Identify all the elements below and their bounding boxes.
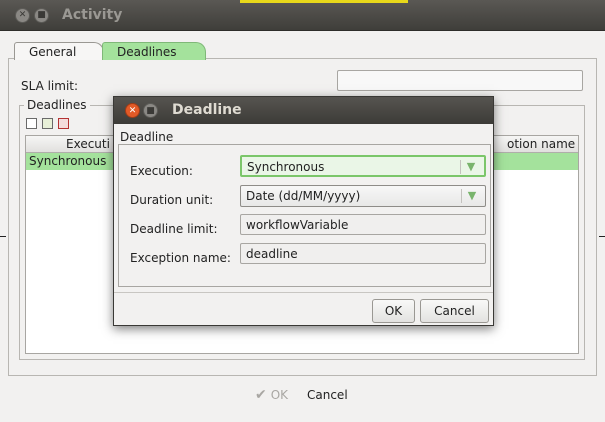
add-deadline-icon[interactable] <box>26 118 37 129</box>
sla-limit-input[interactable] <box>337 70 583 91</box>
dialog-cancel-button[interactable]: Cancel <box>420 299 489 323</box>
minimize-icon[interactable]: ■ <box>34 8 49 23</box>
dialog-title: Deadline <box>172 102 242 118</box>
execution-value: Synchronous <box>247 160 325 174</box>
combo-separator <box>461 189 462 203</box>
close-icon[interactable]: ✕ <box>125 103 140 118</box>
deadline-dialog: ✕ ■ Deadline Deadline Execution: Synchro… <box>113 96 494 326</box>
dialog-divider <box>114 292 493 293</box>
execution-select[interactable]: Synchronous ▼ <box>240 155 486 177</box>
duration-unit-select[interactable]: Date (dd/MM/yyyy) ▼ <box>240 185 486 207</box>
duration-unit-label: Duration unit: <box>130 193 214 207</box>
deadline-limit-label: Deadline limit: <box>130 222 218 236</box>
tab-deadlines[interactable]: Deadlines <box>102 42 206 60</box>
tab-general[interactable]: General <box>14 42 104 60</box>
execution-label: Execution: <box>130 164 193 178</box>
deadline-limit-value: workflowVariable <box>246 218 349 232</box>
ok-button-label: OK <box>270 388 289 402</box>
window-titlebar: ✕ ■ Activity <box>0 0 605 31</box>
delete-deadline-icon[interactable] <box>58 118 69 129</box>
right-edge-line <box>599 236 605 237</box>
dialog-titlebar: ✕ ■ Deadline <box>114 97 493 124</box>
close-icon[interactable]: ✕ <box>15 8 30 23</box>
ok-button[interactable]: ✔ OK <box>255 388 288 402</box>
edit-deadline-icon[interactable] <box>42 118 53 129</box>
left-edge-line <box>0 236 6 237</box>
dialog-form-panel: Execution: Synchronous ▼ Duration unit: … <box>118 144 491 287</box>
dialog-ok-button[interactable]: OK <box>372 299 415 323</box>
column-header-execution[interactable]: Executi <box>66 137 110 151</box>
exception-name-label: Exception name: <box>130 251 231 265</box>
table-cell-execution: Synchronous <box>29 154 107 168</box>
minimize-icon[interactable]: ■ <box>143 103 158 118</box>
duration-unit-value: Date (dd/MM/yyyy) <box>246 189 361 203</box>
sla-limit-label: SLA limit: <box>21 79 79 93</box>
deadline-limit-input[interactable]: workflowVariable <box>240 214 486 235</box>
chevron-down-icon[interactable]: ▼ <box>464 160 478 174</box>
deadlines-group-label: Deadlines <box>24 98 90 112</box>
cancel-button[interactable]: Cancel <box>307 388 348 402</box>
exception-name-value: deadline <box>246 247 298 261</box>
dialog-group-label: Deadline <box>120 130 174 144</box>
titlebar-accent <box>240 0 408 3</box>
combo-separator <box>460 160 461 174</box>
column-header-exception[interactable]: otion name <box>507 137 575 151</box>
check-icon: ✔ <box>255 387 267 403</box>
chevron-down-icon[interactable]: ▼ <box>465 189 479 203</box>
window-title: Activity <box>62 7 123 23</box>
exception-name-input[interactable]: deadline <box>240 243 486 264</box>
